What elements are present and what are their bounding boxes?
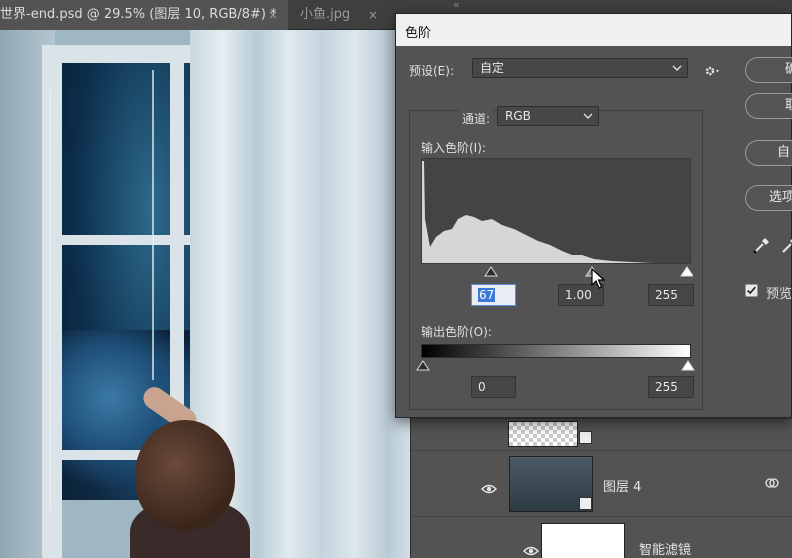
collapse-panels-icon[interactable]: « bbox=[453, 0, 460, 11]
chevron-down-icon bbox=[582, 107, 594, 125]
dialog-title: 色阶 bbox=[405, 26, 432, 41]
input-black-point-handle bbox=[484, 266, 498, 277]
smart-filter-mask-thumbnail bbox=[541, 523, 625, 558]
smart-object-icon bbox=[579, 431, 592, 444]
document-tab-title: 世界-end.psd @ 29.5% (图层 10, RGB/8#) * bbox=[0, 7, 277, 22]
output-levels-slider[interactable] bbox=[416, 358, 696, 371]
document-tab-title: 小鱼.jpg bbox=[300, 7, 351, 22]
preset-select[interactable]: 自定 bbox=[472, 58, 688, 78]
gray-point-eyedropper-icon[interactable] bbox=[780, 235, 792, 255]
layer-row[interactable] bbox=[411, 418, 792, 450]
input-black-field[interactable]: 67 bbox=[471, 284, 516, 306]
close-tab-icon[interactable]: × bbox=[368, 0, 378, 30]
window-crossbar bbox=[60, 235, 210, 245]
output-levels-gradient bbox=[421, 344, 691, 358]
mouse-cursor-icon bbox=[591, 267, 607, 290]
output-black-field[interactable]: 0 bbox=[471, 376, 516, 398]
output-white-field[interactable]: 255 bbox=[648, 376, 694, 398]
input-black-value: 67 bbox=[478, 288, 496, 302]
chevron-down-icon bbox=[671, 59, 683, 77]
document-canvas[interactable] bbox=[0, 30, 410, 558]
black-point-eyedropper-icon[interactable] bbox=[752, 235, 772, 255]
dialog-titlebar[interactable]: 色阶 bbox=[396, 14, 791, 46]
options-button[interactable]: 选项 bbox=[745, 185, 792, 211]
smart-object-icon bbox=[579, 497, 592, 510]
preset-options-gear-icon[interactable] bbox=[703, 63, 719, 79]
channel-label: 通道: bbox=[459, 110, 494, 127]
canvas-girl-head bbox=[135, 420, 235, 530]
close-tab-icon[interactable]: × bbox=[268, 0, 278, 30]
layer-thumbnail bbox=[508, 421, 578, 447]
output-levels-label: 输出色阶(O): bbox=[421, 325, 492, 339]
channel-value: RGB bbox=[505, 109, 531, 123]
cancel-button[interactable]: 取 bbox=[745, 93, 792, 119]
layer-row[interactable]: 智能滤镜 bbox=[411, 516, 792, 558]
channel-select[interactable]: RGB bbox=[497, 106, 599, 126]
input-white-point-handle bbox=[680, 266, 694, 277]
histogram-shape bbox=[422, 161, 652, 263]
input-levels-label: 输入色阶(I): bbox=[421, 141, 486, 155]
auto-button[interactable]: 自 bbox=[745, 140, 792, 166]
visibility-eye-icon[interactable] bbox=[481, 480, 497, 494]
document-tab-active[interactable]: 世界-end.psd @ 29.5% (图层 10, RGB/8#) * × bbox=[0, 0, 288, 30]
fairy-light-string bbox=[49, 90, 51, 510]
visibility-eye-icon[interactable] bbox=[523, 542, 539, 556]
smart-filter-link-icon[interactable] bbox=[764, 475, 780, 491]
layer-row[interactable]: 图层 4 bbox=[411, 450, 792, 516]
input-levels-slider[interactable] bbox=[421, 264, 694, 277]
document-tab-inactive[interactable]: 小鱼.jpg × bbox=[290, 0, 390, 30]
window-frame-left bbox=[42, 45, 62, 558]
layers-panel: 图层 4 智能滤镜 bbox=[410, 418, 792, 558]
output-white-point-handle bbox=[681, 360, 695, 371]
output-black-point-handle bbox=[416, 360, 430, 371]
preset-label: 预设(E): bbox=[409, 64, 454, 78]
layer-name[interactable]: 图层 4 bbox=[603, 476, 641, 495]
preview-label: 预览 bbox=[766, 287, 792, 302]
levels-histogram bbox=[421, 158, 691, 264]
fairy-light-string bbox=[152, 70, 154, 380]
preview-checkbox[interactable] bbox=[745, 284, 758, 297]
input-white-field[interactable]: 255 bbox=[648, 284, 694, 306]
preset-value: 自定 bbox=[480, 61, 505, 75]
ok-button[interactable]: 确 bbox=[745, 57, 792, 83]
smart-filter-label[interactable]: 智能滤镜 bbox=[639, 539, 691, 558]
